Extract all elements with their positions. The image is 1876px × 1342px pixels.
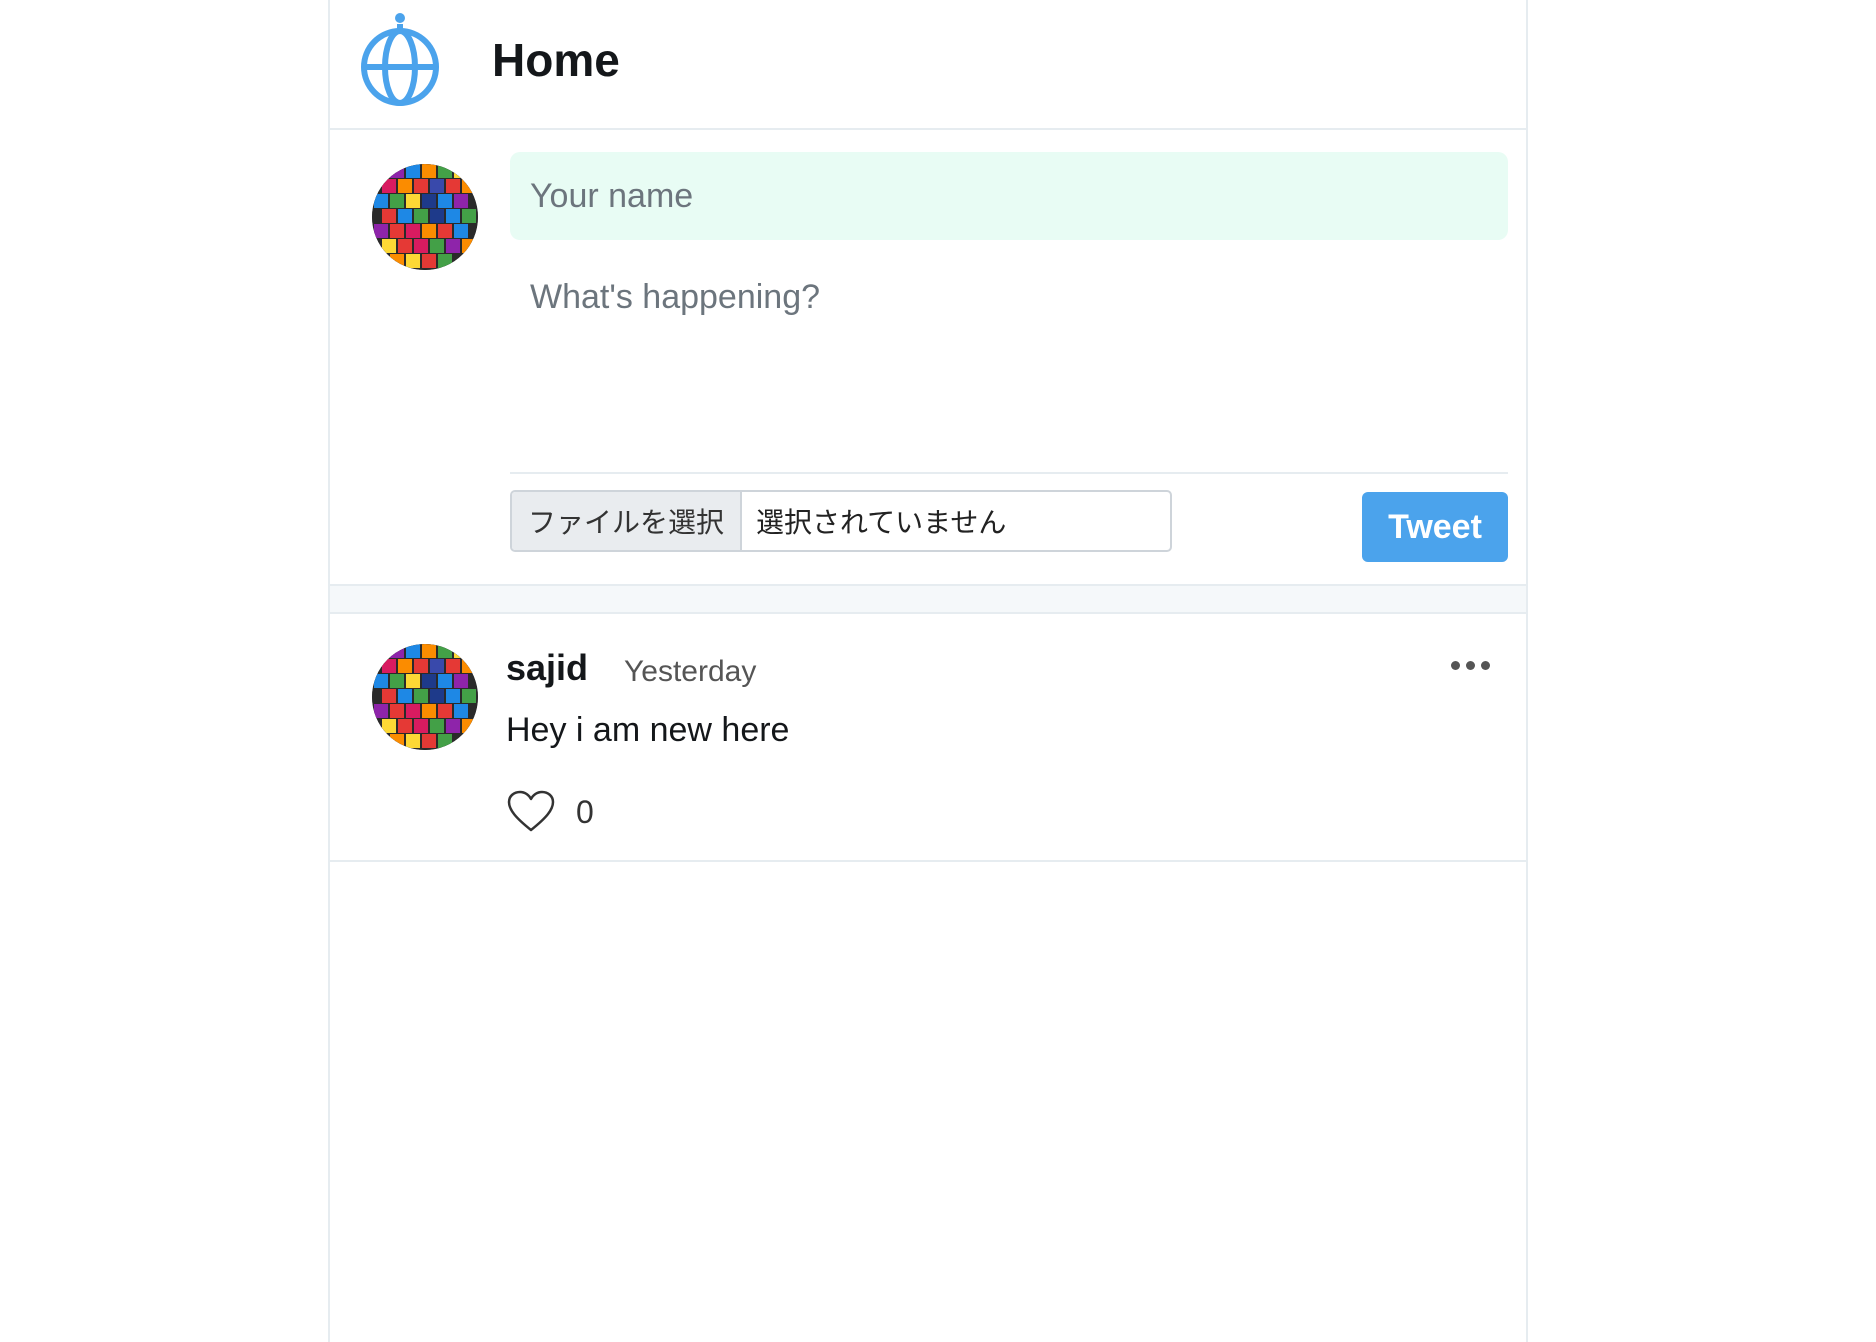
avatar xyxy=(372,644,478,750)
tweet-timestamp: Yesterday xyxy=(624,655,757,688)
tweet-composer: ファイルを選択 選択されていません Tweet xyxy=(330,130,1526,584)
heart-icon[interactable] xyxy=(506,790,556,834)
name-input[interactable] xyxy=(510,152,1508,240)
composer-divider xyxy=(510,472,1508,474)
tweet-textarea[interactable] xyxy=(510,256,1508,456)
like-count: 0 xyxy=(576,794,594,830)
main-column: Home Your name What's happening? ファイルを選択… xyxy=(328,0,1528,1342)
tweet-author[interactable]: sajid xyxy=(506,646,588,690)
avatar-image xyxy=(372,164,478,270)
avatar-image xyxy=(372,644,478,750)
feed-separator xyxy=(330,584,1526,614)
choose-file-button[interactable]: ファイルを選択 xyxy=(512,492,743,550)
tweet-text: Hey i am new here xyxy=(506,711,790,749)
page-header: Home xyxy=(330,0,1526,130)
tweet-item: sajid Yesterday Hey i am new here 0 xyxy=(330,614,1526,862)
tweet-button[interactable]: Tweet xyxy=(1362,492,1508,562)
avatar xyxy=(372,164,478,270)
page-title: Home xyxy=(492,34,620,86)
globe-icon[interactable] xyxy=(358,10,442,110)
file-status: 選択されていません xyxy=(756,506,1007,539)
file-picker[interactable]: ファイルを選択 選択されていません xyxy=(510,490,1172,552)
more-horizontal-icon[interactable] xyxy=(1440,650,1500,680)
